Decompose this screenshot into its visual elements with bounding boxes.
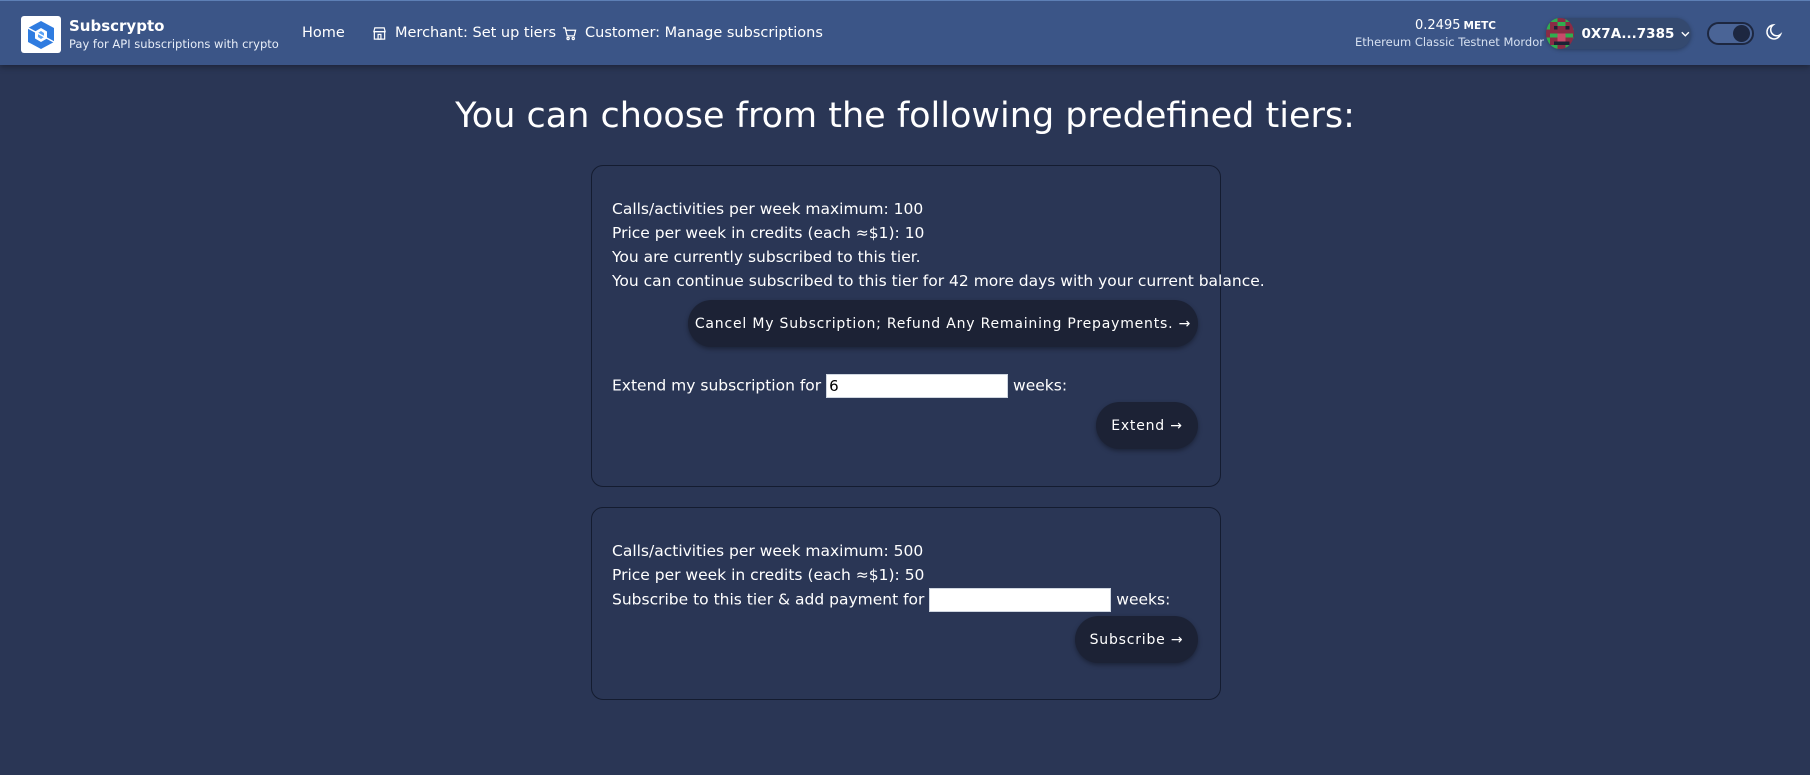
nav-merchant-label: Merchant: Set up tiers: [395, 25, 557, 41]
subscribe-suffix: weeks:: [1116, 590, 1171, 609]
brand-name[interactable]: Subscrypto: [69, 17, 164, 35]
balance-unit: METC: [1463, 20, 1497, 32]
subscribe-weeks-input[interactable]: [929, 588, 1112, 612]
nav-home[interactable]: Home: [302, 25, 345, 41]
extend-suffix: weeks:: [1013, 376, 1068, 395]
toggle-knob: [1733, 25, 1750, 42]
tier-1-balance-info: You can continue subscribed to this tier…: [612, 272, 1265, 290]
page-title: You can choose from the following predef…: [455, 96, 1355, 136]
wallet-avatar: [1546, 18, 1574, 49]
extend-button[interactable]: Extend →: [1096, 402, 1198, 449]
extend-weeks-input[interactable]: [826, 374, 1009, 398]
moon-icon[interactable]: [1765, 22, 1785, 42]
extend-prefix: Extend my subscription for: [612, 376, 822, 395]
tier-card-2: Calls/activities per week maximum: 500 P…: [591, 507, 1221, 700]
cart-icon: [562, 26, 577, 40]
storefront-icon: [373, 26, 386, 40]
cancel-subscription-button[interactable]: Cancel My Subscription; Refund Any Remai…: [688, 300, 1198, 347]
nav-customer-manage-subscriptions[interactable]: Customer: Manage subscriptions: [562, 25, 823, 41]
tier-2-calls: Calls/activities per week maximum: 500: [612, 542, 924, 560]
tier-1-status: You are currently subscribed to this tie…: [612, 248, 921, 266]
wallet-balance: 0.2495 METC: [1415, 18, 1496, 33]
wallet-address: 0X7A...7385: [1581, 25, 1675, 42]
top-navbar: Subscrypto Pay for API subscriptions wit…: [0, 0, 1810, 65]
subscribe-button[interactable]: Subscribe →: [1075, 616, 1198, 663]
tier-card-1: Calls/activities per week maximum: 100 P…: [591, 165, 1265, 487]
brand-tagline: Pay for API subscriptions with crypto: [69, 37, 279, 51]
tier-1-calls: Calls/activities per week maximum: 100: [612, 200, 924, 218]
tier-1-price: Price per week in credits (each ≈$1): 10: [612, 224, 925, 242]
theme-toggle[interactable]: [1707, 22, 1754, 45]
nav-customer-label: Customer: Manage subscriptions: [585, 25, 823, 41]
subscribe-row: Subscribe to this tier & add payment for…: [612, 588, 1170, 612]
balance-amount: 0.2495: [1415, 18, 1461, 33]
network-name: Ethereum Classic Testnet Mordor: [1355, 35, 1544, 49]
subscrypto-logo-icon[interactable]: [21, 16, 61, 53]
subscribe-prefix: Subscribe to this tier & add payment for: [612, 590, 925, 609]
extend-row: Extend my subscription for weeks:: [612, 374, 1067, 398]
chevron-down-icon: [1681, 31, 1690, 37]
nav-home-label: Home: [302, 25, 345, 41]
nav-merchant-setup-tiers[interactable]: Merchant: Set up tiers: [372, 25, 556, 41]
wallet-account-button[interactable]: 0X7A...7385: [1546, 18, 1691, 49]
tier-2-price: Price per week in credits (each ≈$1): 50: [612, 566, 925, 584]
